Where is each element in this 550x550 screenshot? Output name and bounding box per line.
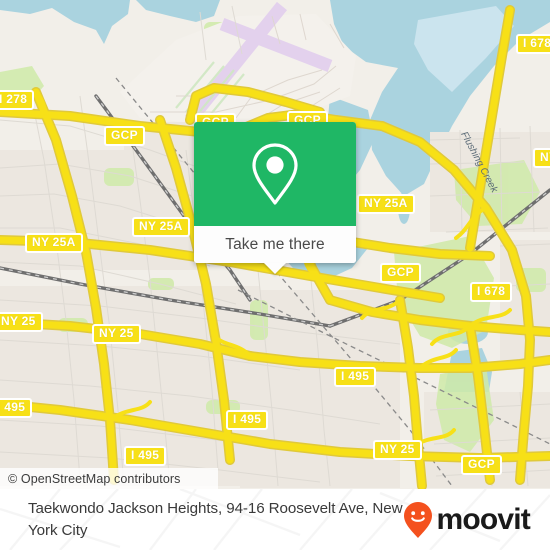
road-shield: NY 25A [357, 194, 415, 214]
road-shield: NY 25 [0, 312, 43, 332]
place-title: Taekwondo Jackson Heights, 94-16 Rooseve… [28, 499, 403, 539]
road-shield: GCP [104, 126, 145, 146]
map-pin-icon [252, 143, 298, 205]
road-shield: I 678 [516, 34, 550, 54]
road-shield: NY [533, 148, 550, 168]
road-shield: NY 25A [25, 233, 83, 253]
attribution-text: © OpenStreetMap contributors [8, 471, 181, 486]
road-shield: NY 25 [373, 440, 422, 460]
road-shield: I 495 [226, 410, 269, 430]
location-popup-card[interactable]: Take me there [194, 122, 356, 274]
moovit-smiley-pin-icon [404, 501, 433, 538]
road-shield: GCP [380, 263, 421, 283]
road-shield: I 495 [334, 367, 377, 387]
road-shield: NY 25A [132, 217, 190, 237]
take-me-there-button[interactable]: Take me there [194, 226, 356, 263]
map-attribution: © OpenStreetMap contributors [0, 468, 218, 489]
page-footer: Taekwondo Jackson Heights, 94-16 Rooseve… [0, 489, 550, 550]
road-shield: NY 25 [92, 324, 141, 344]
road-shield: I 495 [0, 398, 33, 418]
moovit-map-page: I 678 GCP GCP I 278 GCP NY 25A NY 25A NY… [0, 0, 550, 550]
map-canvas[interactable]: I 678 GCP GCP I 278 GCP NY 25A NY 25A NY… [0, 0, 550, 489]
moovit-wordmark: moovit [436, 502, 530, 536]
moovit-logo[interactable]: moovit [403, 501, 536, 539]
road-shield: I 495 [124, 446, 167, 466]
road-shield: GCP [461, 455, 502, 475]
take-me-there-label: Take me there [225, 235, 325, 253]
road-shield: I 678 [470, 282, 513, 302]
popup-pointer [264, 263, 286, 274]
popup-marker-area [194, 122, 356, 226]
road-shield: I 278 [0, 90, 35, 110]
